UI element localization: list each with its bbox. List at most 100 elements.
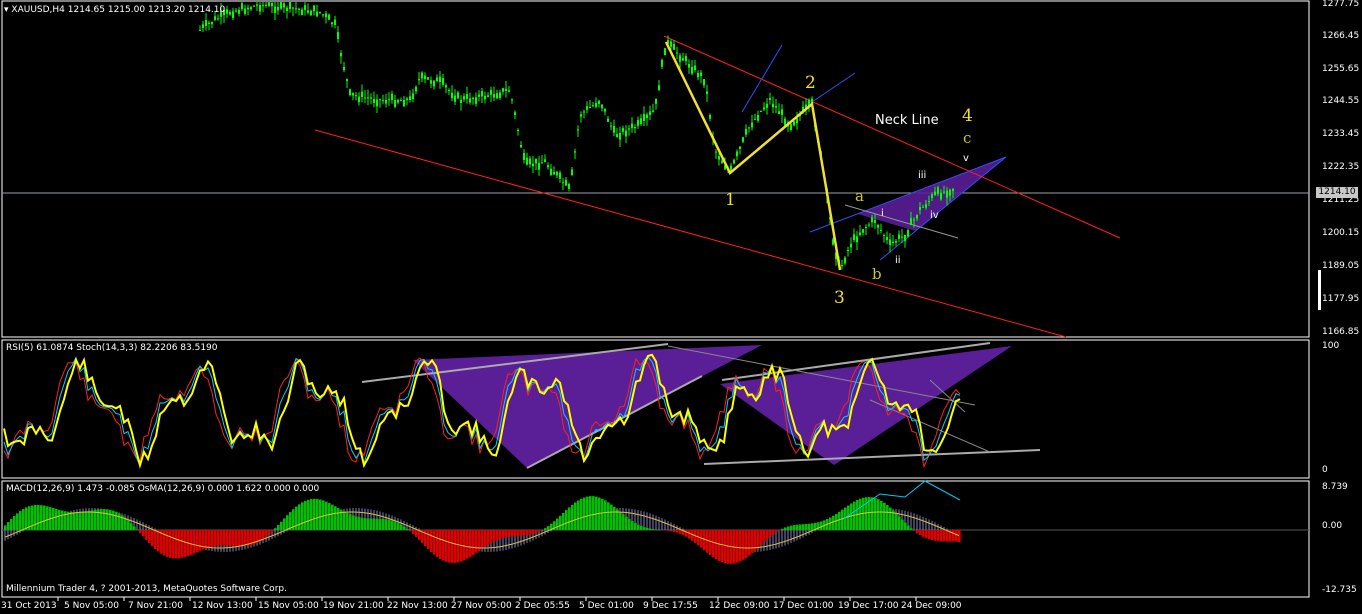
candle-body xyxy=(313,5,315,12)
subwave-label-v: v xyxy=(963,153,969,164)
macd-bar xyxy=(874,498,877,530)
candle-body xyxy=(337,32,339,39)
macd-bar xyxy=(499,530,502,539)
macd-bar xyxy=(298,504,301,530)
macd-bar xyxy=(946,530,949,542)
macd-bar xyxy=(520,530,523,536)
macd-bar xyxy=(322,500,325,530)
candle-body xyxy=(460,99,462,103)
macd-bar xyxy=(34,505,37,530)
trading-chart[interactable] xyxy=(0,0,1362,614)
macd-bar xyxy=(589,496,592,530)
candle-body xyxy=(217,18,219,20)
time-tick: 22 Nov 13:00 xyxy=(387,601,448,611)
candle-body xyxy=(244,8,246,14)
time-tick: 5 Nov 05:00 xyxy=(64,601,119,611)
wave-label-a: a xyxy=(855,187,864,205)
candle-body xyxy=(922,206,924,208)
macd-bar xyxy=(355,516,358,530)
candle-body xyxy=(556,171,558,176)
macd-bar xyxy=(715,530,718,560)
candle-body xyxy=(547,165,549,168)
candle-body xyxy=(472,97,474,100)
price-panel-frame xyxy=(1,0,1310,338)
macd-label: MACD(12,26,9) 1.473 -0.085 OsMA(12,26,9)… xyxy=(6,484,320,494)
candle-body xyxy=(931,194,933,198)
rsi-stoch-panel[interactable] xyxy=(3,342,1041,469)
wave-label-3: 3 xyxy=(834,288,845,308)
subwave-label-i: i xyxy=(881,208,884,219)
macd-bar xyxy=(523,530,526,536)
time-tick: 19 Nov 21:00 xyxy=(323,601,384,611)
macd-bar xyxy=(130,523,133,530)
candle-body xyxy=(469,98,471,103)
macd-bar xyxy=(883,502,886,530)
macd-bar xyxy=(820,521,823,530)
macd-bar xyxy=(472,530,475,555)
lower-trend-line xyxy=(314,129,1067,338)
macd-bar xyxy=(139,530,142,534)
candle-body xyxy=(316,11,318,17)
candle-body xyxy=(919,207,921,210)
candle-body xyxy=(247,7,249,10)
macd-bar xyxy=(847,505,850,530)
macd-bar xyxy=(46,506,49,530)
macd-bar xyxy=(907,525,910,530)
macd-bar xyxy=(430,530,433,552)
candle-body xyxy=(430,80,432,84)
candle-body xyxy=(442,78,444,85)
candle-body xyxy=(319,11,321,13)
candle-body xyxy=(229,12,231,15)
candle-body xyxy=(619,133,621,140)
macd-bar xyxy=(613,506,616,530)
macd-bar xyxy=(913,530,916,531)
candle-body xyxy=(487,95,489,97)
candle-body xyxy=(481,91,483,97)
menu-triangle-icon[interactable]: ▾ xyxy=(4,5,9,15)
candle-body xyxy=(280,2,282,9)
candle-body xyxy=(529,158,531,165)
macd-bar xyxy=(712,530,715,558)
macd-bar xyxy=(142,530,145,537)
price-tick: 1189.05 xyxy=(1322,261,1360,271)
wave-label-c: c xyxy=(963,129,972,147)
candle-body xyxy=(367,97,369,99)
candle-body xyxy=(526,157,528,165)
macd-bar xyxy=(898,516,901,530)
macd-bar xyxy=(10,518,13,530)
time-tick: 9 Dec 17:55 xyxy=(643,601,698,611)
price-tick: 1244.55 xyxy=(1322,96,1360,106)
candle-body xyxy=(601,104,603,109)
macd-bar xyxy=(664,530,667,531)
macd-bar xyxy=(124,517,127,530)
candle-body xyxy=(409,96,411,100)
candle-body xyxy=(250,7,252,10)
macd-bar xyxy=(739,530,742,562)
candle-body xyxy=(499,92,501,98)
scroll-marker[interactable] xyxy=(1318,270,1321,310)
candle-body xyxy=(421,72,423,79)
candle-body xyxy=(778,111,780,115)
macd-bar xyxy=(16,513,19,530)
macd-bar xyxy=(145,530,148,540)
candle-body xyxy=(352,92,354,96)
macd-bar xyxy=(127,520,130,530)
macd-bar xyxy=(52,507,55,530)
candle-body xyxy=(388,99,390,101)
macd-bar xyxy=(574,502,577,530)
time-tick: 2 Dec 05:55 xyxy=(515,601,570,611)
candle-body xyxy=(301,9,303,16)
macd-bar xyxy=(469,530,472,557)
macd-bar xyxy=(919,530,922,536)
candle-body xyxy=(715,151,717,153)
time-tick: 12 Nov 13:00 xyxy=(192,601,253,611)
candle-body xyxy=(325,13,327,18)
macd-bar xyxy=(403,526,406,530)
macd-bar xyxy=(562,512,565,530)
macd-bar xyxy=(547,526,550,530)
candle-body xyxy=(757,115,759,121)
macd-bar xyxy=(835,513,838,530)
candle-body xyxy=(514,112,516,115)
neck-line-label: Neck Line xyxy=(875,113,939,128)
macd-bar xyxy=(940,530,943,542)
